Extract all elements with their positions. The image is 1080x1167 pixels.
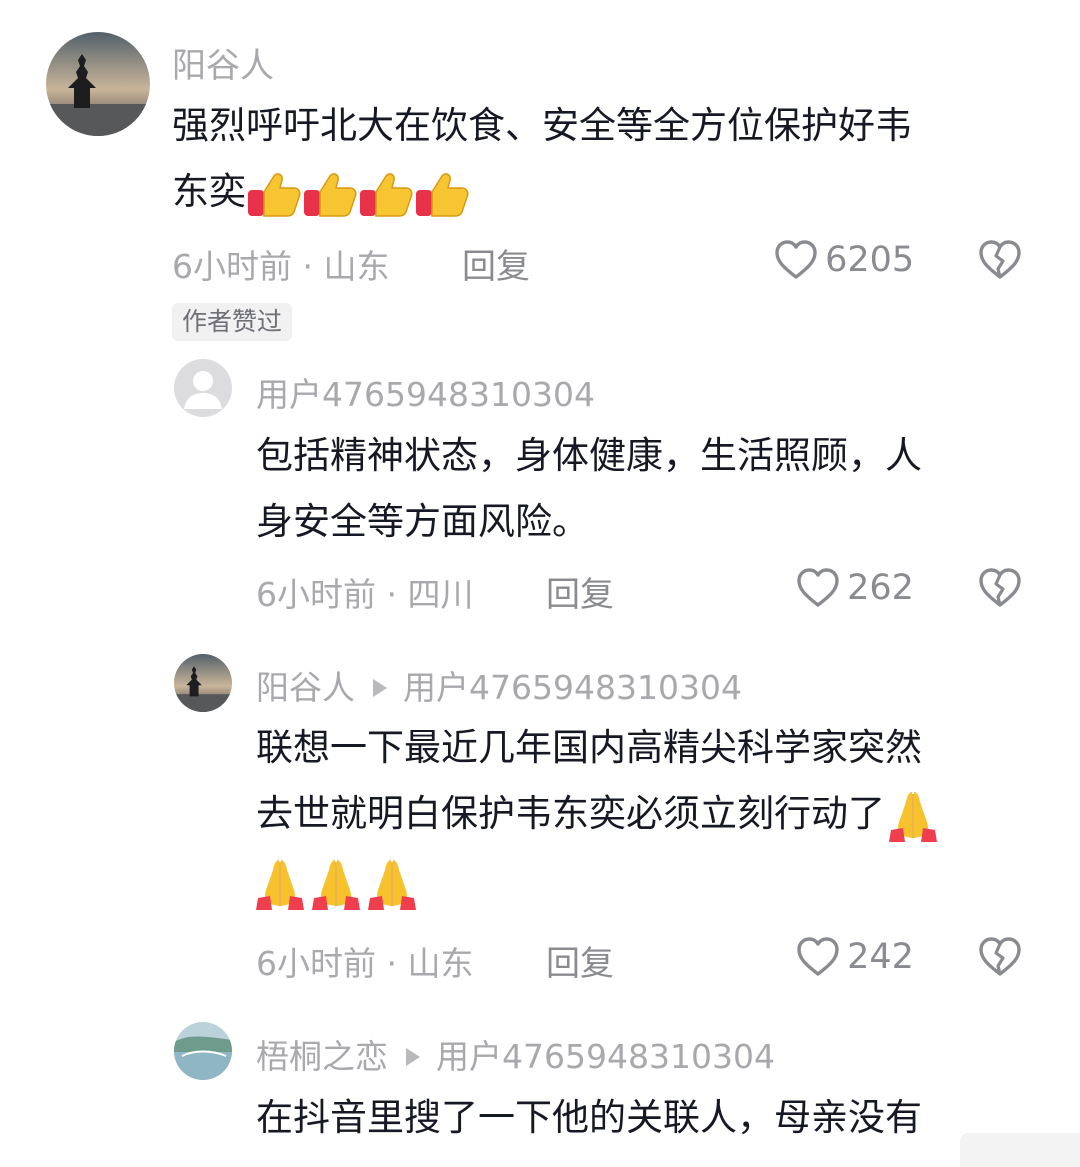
reply-location: 山东 — [407, 944, 474, 983]
avatar[interactable] — [46, 32, 150, 136]
dislike-button[interactable] — [976, 564, 1024, 616]
reply-avatar[interactable] — [174, 1022, 232, 1080]
reply-meta: 6小时前 · 四川 — [256, 568, 473, 616]
like-count: 262 — [847, 568, 914, 608]
folded-hands-icon — [252, 856, 308, 912]
author-liked-badge: 作者赞过 — [172, 303, 293, 341]
heart-icon — [772, 236, 820, 284]
reply-meta: 6小时前 · 山东 — [256, 937, 473, 985]
river-avatar-image — [174, 1022, 232, 1080]
reply-location: 四川 — [407, 575, 474, 614]
reply-text-line-1: 包括精神状态，身体健康，生活照顾，人 — [256, 434, 922, 477]
pagoda-avatar-image — [174, 654, 232, 712]
thumbs-up-icon — [302, 170, 358, 218]
folded-hands-emoji-row — [252, 856, 420, 912]
reply-button[interactable]: 回复 — [546, 936, 614, 985]
reply-avatar[interactable] — [174, 654, 232, 712]
meta-separator: · — [292, 247, 324, 286]
reply-target-user[interactable]: 用户4765948310304 — [436, 1037, 775, 1076]
folded-hands-icon — [885, 788, 941, 844]
thumbs-up-icon — [414, 170, 470, 218]
meta-separator: · — [376, 944, 408, 983]
like-button[interactable]: 6205 — [772, 236, 914, 286]
comment-text-line-2: 东奕 — [172, 160, 470, 224]
comment-time: 6小时前 — [172, 247, 292, 286]
thumbs-up-emoji-row — [246, 170, 470, 213]
reply-text-line-2-text: 去世就明白保护韦东奕必须立刻行动了 — [256, 792, 885, 835]
broken-heart-icon — [976, 933, 1024, 981]
like-button[interactable]: 242 — [794, 933, 914, 981]
reply-to-arrow-icon — [373, 678, 387, 697]
pagoda-avatar-image — [46, 32, 150, 136]
reply-target-user[interactable]: 用户4765948310304 — [403, 668, 742, 707]
heart-icon — [794, 564, 842, 612]
reply-text-line-1: 在抖音里搜了一下他的关联人，母亲没有 — [256, 1096, 922, 1139]
comment-author[interactable]: 阳谷人 — [172, 38, 274, 87]
reply-author-line: 阳谷人 用户4765948310304 — [256, 661, 742, 709]
broken-heart-icon — [976, 236, 1024, 284]
dislike-button[interactable] — [976, 236, 1024, 288]
reply-button[interactable]: 回复 — [462, 239, 530, 288]
like-count: 6205 — [825, 240, 915, 280]
reply-time: 6小时前 — [256, 575, 376, 614]
like-button[interactable]: 262 — [794, 564, 914, 612]
thumbs-up-icon — [246, 170, 302, 218]
default-user-icon — [184, 371, 222, 409]
reply-author[interactable]: 梧桐之恋 — [256, 1037, 388, 1076]
like-count: 242 — [847, 937, 914, 977]
reply-text-line-1: 联想一下最近几年国内高精尖科学家突然 — [256, 726, 922, 769]
comment-text-line-1: 强烈呼吁北大在饮食、安全等全方位保护好韦 — [172, 104, 912, 147]
comment-location: 山东 — [323, 247, 390, 286]
reply-text-line-2: 去世就明白保护韦东奕必须立刻行动了 — [256, 782, 941, 846]
reply-author-line: 梧桐之恋 用户4765948310304 — [256, 1030, 775, 1078]
folded-hands-icon — [308, 856, 364, 912]
reply-avatar[interactable] — [174, 359, 232, 417]
watermark-badge — [960, 1133, 1080, 1167]
meta-separator: · — [376, 575, 408, 614]
reply-time: 6小时前 — [256, 944, 376, 983]
thumbs-up-icon — [358, 170, 414, 218]
reply-author[interactable]: 用户4765948310304 — [256, 368, 595, 416]
comment-text-line-2-text: 东奕 — [172, 170, 246, 213]
reply-text-line-2: 身安全等方面风险。 — [256, 500, 589, 543]
broken-heart-icon — [976, 564, 1024, 612]
reply-author[interactable]: 阳谷人 — [256, 668, 355, 707]
reply-to-arrow-icon — [406, 1047, 420, 1066]
comment-meta: 6小时前 · 山东 — [172, 240, 389, 288]
folded-hands-icon — [364, 856, 420, 912]
reply-button[interactable]: 回复 — [546, 567, 614, 616]
heart-icon — [794, 933, 842, 981]
dislike-button[interactable] — [976, 933, 1024, 985]
